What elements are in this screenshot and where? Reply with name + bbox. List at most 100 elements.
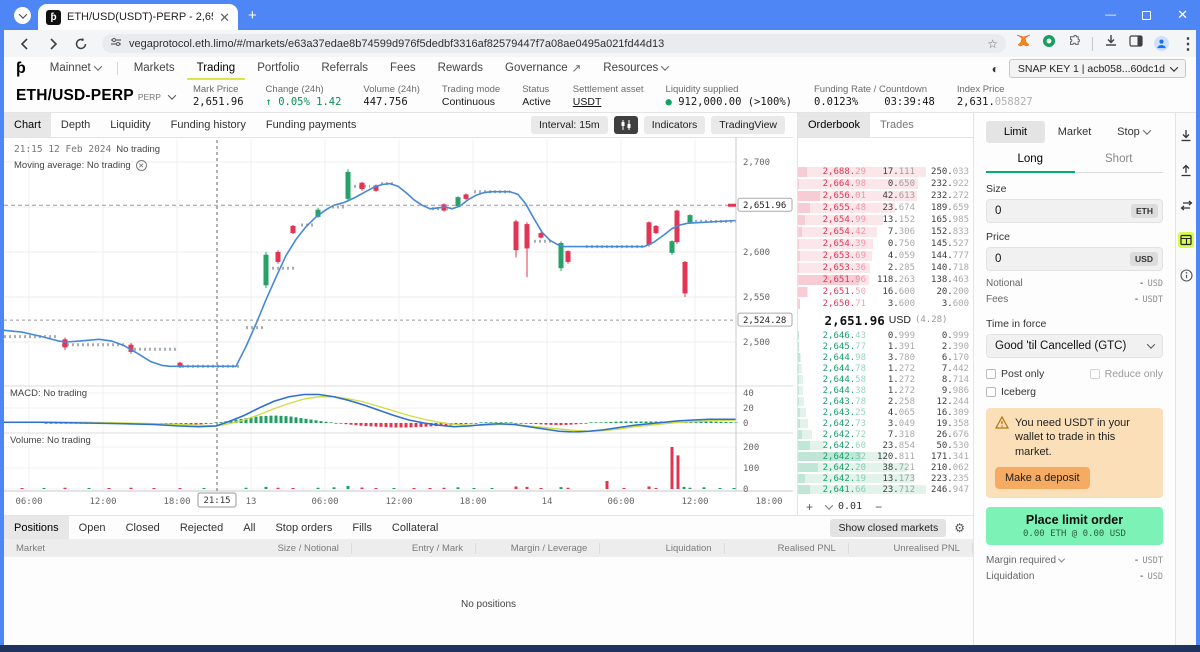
address-bar[interactable]: vegaprotocol.eth.limo/#/markets/e63a37ed…	[102, 34, 1006, 53]
tab-short[interactable]: Short	[1075, 147, 1164, 173]
browser-menu-icon[interactable]: ⋮	[1180, 34, 1196, 54]
tab-limit[interactable]: Limit	[986, 121, 1045, 143]
tab-chart[interactable]: Chart	[4, 113, 51, 137]
bid-row[interactable]: 2,644.983.7806.170	[798, 352, 974, 363]
bid-price[interactable]: 2,643.25	[804, 408, 866, 418]
bid-row[interactable]: 2,642.733.04919.358	[798, 418, 974, 429]
bid-row[interactable]: 2,645.771.3912.390	[798, 341, 974, 352]
green-extension-icon[interactable]	[1042, 34, 1056, 53]
nav-item-mainnet[interactable]: Mainnet	[40, 57, 111, 80]
settings-gear-icon[interactable]: ⚙	[954, 521, 965, 535]
ask-row[interactable]: 2,653.362.285140.718	[798, 262, 974, 274]
bid-row[interactable]: 2,644.781.2727.442	[798, 363, 974, 374]
ask-row[interactable]: 2,664.980.650232.922	[798, 178, 974, 190]
bid-row[interactable]: 2,644.581.2728.714	[798, 374, 974, 385]
precision-select[interactable]: 0.01	[826, 501, 862, 512]
vega-logo[interactable]: ƥ	[16, 60, 26, 78]
bid-row[interactable]: 2,644.381.2729.986	[798, 385, 974, 396]
ask-price[interactable]: 2,654.99	[804, 215, 866, 225]
ask-price[interactable]: 2,651.96	[804, 275, 866, 285]
ask-price[interactable]: 2,651.50	[804, 287, 866, 297]
nav-item-referrals[interactable]: Referrals	[311, 57, 378, 80]
bid-row[interactable]: 2,642.2038.721210.062	[798, 462, 974, 473]
iceberg-checkbox[interactable]	[986, 387, 996, 397]
tab-depth[interactable]: Depth	[51, 113, 100, 137]
ask-row[interactable]: 2,655.4823.674189.659	[798, 202, 974, 214]
ask-row[interactable]: 2,654.9913.152165.985	[798, 214, 974, 226]
bid-price[interactable]: 2,644.98	[804, 353, 866, 363]
nav-item-rewards[interactable]: Rewards	[428, 57, 493, 80]
ask-price[interactable]: 2,653.69	[804, 251, 866, 261]
ask-price[interactable]: 2,654.39	[804, 239, 866, 249]
tab-trades[interactable]: Trades	[870, 113, 924, 137]
size-input[interactable]: 0 ETH	[986, 199, 1163, 223]
bid-row[interactable]: 2,642.32120.811171.341	[798, 451, 974, 462]
forward-button[interactable]	[46, 37, 60, 51]
bid-price[interactable]: 2,642.19	[804, 474, 866, 484]
show-closed-markets-button[interactable]: Show closed markets	[830, 519, 946, 537]
tab-liquidity[interactable]: Liquidity	[100, 113, 160, 137]
metamask-extension-icon[interactable]	[1016, 34, 1031, 53]
window-restore-button[interactable]	[1142, 11, 1151, 20]
remove-indicator-icon[interactable]: ✕	[136, 160, 147, 171]
chart-canvas[interactable]: 2,7002,6002,5502,50040200200100006:0012:…	[4, 138, 793, 515]
make-deposit-button[interactable]: Make a deposit	[995, 467, 1090, 489]
ask-price[interactable]: 2,656.01	[804, 191, 866, 201]
ask-row[interactable]: 2,650.713.6003.600	[798, 298, 974, 310]
candlestick-style-button[interactable]	[614, 116, 638, 134]
ask-row[interactable]: 2,654.390.750145.527	[798, 238, 974, 250]
profile-avatar[interactable]	[1154, 36, 1169, 51]
bid-row[interactable]: 2,643.782.25812.244	[798, 396, 974, 407]
transfer-icon[interactable]	[1178, 197, 1194, 213]
bookmark-star-icon[interactable]: ☆	[987, 37, 998, 51]
bid-price[interactable]: 2,643.78	[804, 397, 866, 407]
new-tab-button[interactable]: +	[248, 8, 257, 23]
interval-button[interactable]: Interval: 15m	[531, 116, 608, 134]
bid-row[interactable]: 2,641.6623.712246.947	[798, 484, 974, 495]
info-icon[interactable]	[1178, 267, 1194, 283]
order-ticket-icon[interactable]	[1178, 232, 1194, 248]
price-chart[interactable]: 2,7002,6002,5502,50040200200100006:0012:…	[4, 138, 793, 515]
bid-price[interactable]: 2,645.77	[804, 342, 866, 352]
nav-item-portfolio[interactable]: Portfolio	[247, 57, 309, 80]
bid-row[interactable]: 2,646.430.9990.999	[798, 330, 974, 341]
tab-positions[interactable]: Positions	[4, 516, 69, 539]
bid-price[interactable]: 2,644.78	[804, 364, 866, 374]
tab-all[interactable]: All	[233, 516, 265, 539]
bid-price[interactable]: 2,642.20	[804, 463, 866, 473]
side-panel-icon[interactable]	[1129, 34, 1143, 53]
tab-stop-orders[interactable]: Stop orders	[265, 516, 342, 539]
wallet-key-button[interactable]: SNAP KEY 1 | acb058...60dc1d	[1009, 59, 1186, 78]
ask-price[interactable]: 2,664.98	[804, 179, 866, 189]
nav-item-resources[interactable]: Resources	[593, 57, 678, 80]
chevron-down-icon[interactable]	[1058, 555, 1065, 562]
extensions-puzzle-icon[interactable]	[1067, 34, 1081, 53]
nav-item-fees[interactable]: Fees	[380, 57, 426, 80]
reduce-only-checkbox[interactable]	[1090, 369, 1100, 379]
tif-select[interactable]: Good 'til Cancelled (GTC)	[986, 334, 1163, 358]
tab-funding-payments[interactable]: Funding payments	[256, 113, 367, 137]
ask-row[interactable]: 2,656.0142.613232.272	[798, 190, 974, 202]
tab-market[interactable]: Market	[1045, 121, 1104, 143]
window-minimize-button[interactable]: —	[1105, 9, 1116, 21]
zoom-in-button[interactable]: +	[806, 500, 813, 514]
nav-item-governance[interactable]: Governance↗	[495, 57, 591, 80]
bid-price[interactable]: 2,642.32	[804, 452, 866, 462]
indicators-button[interactable]: Indicators	[644, 116, 706, 134]
price-input[interactable]: 0 USD	[986, 247, 1163, 271]
market-selector[interactable]: ETH/USD-PERP PERP	[16, 87, 175, 105]
tab-funding-history[interactable]: Funding history	[161, 113, 256, 137]
browser-tab[interactable]: ƥ ETH/USD(USDT)-PERP - 2,651.9 ✕	[38, 4, 238, 30]
zoom-out-button[interactable]: −	[875, 500, 882, 514]
ask-price[interactable]: 2,654.42	[804, 227, 866, 237]
downloads-icon[interactable]	[1104, 34, 1118, 53]
tab-orderbook[interactable]: Orderbook	[798, 113, 870, 137]
window-close-button[interactable]: ✕	[1177, 7, 1188, 23]
ask-price[interactable]: 2,653.36	[804, 263, 866, 273]
bid-row[interactable]: 2,642.6023.85450.530	[798, 440, 974, 451]
tab-close-icon[interactable]: ✕	[219, 11, 230, 24]
ask-row[interactable]: 2,651.5016.60020.200	[798, 286, 974, 298]
bid-price[interactable]: 2,642.73	[804, 419, 866, 429]
tab-open[interactable]: Open	[69, 516, 116, 539]
bid-price[interactable]: 2,641.66	[804, 485, 866, 495]
